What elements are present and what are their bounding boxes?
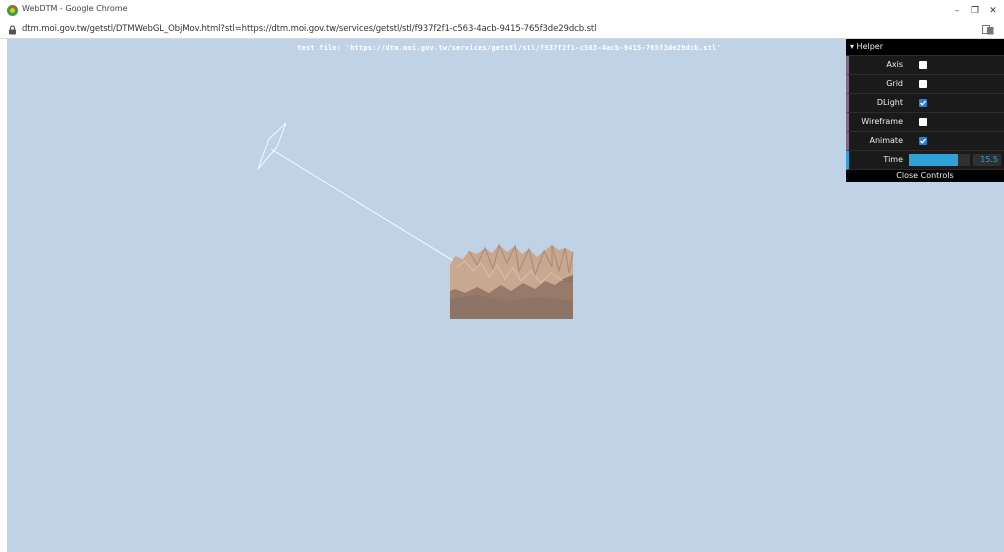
url-text[interactable]: dtm.moi.gov.tw/getstl/DTMWebGL_ObjMov.ht…: [22, 24, 597, 34]
dlight-label: DLight: [876, 98, 903, 107]
chrome-favicon-icon: [7, 5, 18, 16]
close-controls-button[interactable]: Close Controls: [846, 170, 1004, 182]
wireframe-checkbox[interactable]: [919, 118, 927, 126]
window-title: WebDTM - Google Chrome: [22, 4, 128, 13]
axis-checkbox[interactable]: [919, 61, 927, 69]
axis-label: Axis: [886, 60, 903, 69]
helper-folder-title[interactable]: ▾ Helper: [846, 39, 1004, 56]
time-value-input[interactable]: 15.5: [973, 154, 1001, 166]
translate-icon[interactable]: [982, 25, 994, 35]
grid-control[interactable]: Grid: [846, 75, 1004, 94]
dlight-control[interactable]: DLight: [846, 94, 1004, 113]
animate-control[interactable]: Animate: [846, 132, 1004, 151]
light-direction-line: [270, 148, 458, 264]
grid-label: Grid: [886, 79, 903, 88]
wireframe-control[interactable]: Wireframe: [846, 113, 1004, 132]
minimize-button[interactable]: –: [948, 3, 966, 19]
address-bar[interactable]: dtm.moi.gov.tw/getstl/DTMWebGL_ObjMov.ht…: [0, 22, 1004, 39]
maximize-button[interactable]: ❐: [966, 3, 984, 19]
animate-label: Animate: [869, 136, 903, 145]
controls-panel: ▾ Helper Axis Grid DLight Wireframe Anim…: [846, 39, 1004, 182]
grid-checkbox[interactable]: [919, 80, 927, 88]
axis-control[interactable]: Axis: [846, 56, 1004, 75]
wireframe-label: Wireframe: [861, 117, 903, 126]
window-titlebar: WebDTM - Google Chrome – ❐ ✕: [0, 0, 1004, 22]
lock-icon[interactable]: [8, 25, 17, 35]
time-slider-fill: [909, 154, 958, 166]
checkmark-icon: [920, 138, 926, 144]
time-control[interactable]: Time 15.5: [846, 151, 1004, 170]
close-window-button[interactable]: ✕: [984, 3, 1002, 19]
dlight-checkbox[interactable]: [919, 99, 927, 107]
time-slider[interactable]: [909, 154, 970, 166]
time-label: Time: [883, 155, 903, 164]
checkmark-icon: [920, 100, 926, 106]
animate-checkbox[interactable]: [919, 137, 927, 145]
light-helper-plane: [257, 122, 287, 170]
